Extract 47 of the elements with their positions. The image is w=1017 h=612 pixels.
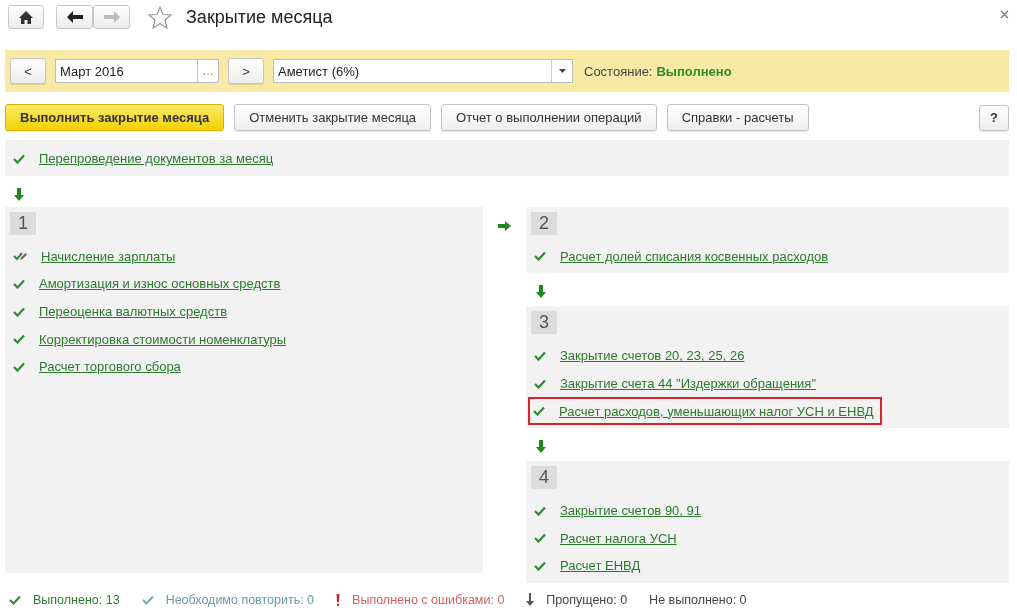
step-number: 3 bbox=[531, 311, 557, 335]
operation-link[interactable]: Переоценка валютных средств bbox=[39, 304, 228, 320]
operation-link[interactable]: Амортизация и износ основных средств bbox=[39, 276, 281, 292]
operation-link[interactable]: Расчет расходов, уменьшающих налог УСН и ЕНВД bbox=[559, 403, 874, 419]
home-icon bbox=[19, 10, 33, 24]
star-icon[interactable] bbox=[148, 5, 172, 29]
previous-period-button[interactable]: < bbox=[10, 58, 46, 84]
arrow-down-icon bbox=[536, 285, 546, 299]
operation-link[interactable]: Закрытие счета 44 "Издержки обращения" bbox=[560, 376, 816, 392]
legend-label: Необходимо повторить: 0 bbox=[165, 592, 315, 607]
help-button[interactable]: ? bbox=[979, 104, 1009, 131]
toolbar-button[interactable]: Выполнить закрытие месяца bbox=[5, 104, 225, 131]
operation-link[interactable]: Закрытие счетов 20, 23, 25, 26 bbox=[560, 348, 745, 364]
dropdown-icon bbox=[558, 69, 566, 73]
operation-link[interactable]: Расчет налога УСН bbox=[560, 530, 677, 546]
operation-link[interactable]: Перепроведение документов за месяц bbox=[39, 151, 274, 167]
operation-link[interactable]: Расчет долей списания косвенных расходов bbox=[560, 248, 829, 264]
close-icon[interactable] bbox=[1000, 10, 1009, 19]
state-value: Выполнено bbox=[656, 63, 732, 79]
home-button[interactable] bbox=[8, 5, 44, 29]
step-number: 4 bbox=[531, 465, 557, 489]
operation-link[interactable]: Расчет торгового сбора bbox=[39, 359, 181, 375]
operation-link[interactable]: Корректировка стоимости номенклатуры bbox=[39, 331, 287, 347]
toolbar-button[interactable]: Справки - расчеты bbox=[666, 104, 809, 131]
operation-link[interactable]: Закрытие счетов 90, 91 bbox=[560, 503, 702, 519]
period-field[interactable]: Март 2016 ... bbox=[55, 59, 219, 83]
step-number: 1 bbox=[10, 211, 36, 235]
state-label: Состояние: bbox=[584, 63, 653, 79]
toolbar-button[interactable]: Отчет о выполнении операций bbox=[441, 104, 657, 131]
legend-label: Выполнено с ошибками: 0 bbox=[352, 592, 505, 607]
organization-field[interactable]: Аметист (6%) bbox=[273, 59, 573, 83]
back-button[interactable] bbox=[56, 5, 93, 29]
operation-link[interactable]: Начисление зарплаты bbox=[41, 248, 176, 264]
legend-label: Не выполнено: 0 bbox=[649, 592, 747, 607]
arrow-right-icon bbox=[103, 11, 120, 23]
choose-button[interactable]: ... bbox=[197, 60, 218, 82]
next-period-button[interactable]: > bbox=[228, 58, 264, 84]
arrow-right-icon bbox=[498, 220, 511, 231]
step-number: 2 bbox=[531, 211, 557, 235]
legend-label: Пропущено: 0 bbox=[546, 592, 628, 607]
arrow-left-icon bbox=[66, 11, 83, 23]
legend-label: Выполнено: 13 bbox=[33, 592, 120, 607]
toolbar-button[interactable]: Отменить закрытие месяца bbox=[234, 104, 432, 131]
arrow-down-icon bbox=[536, 439, 546, 453]
window-title: Закрытие месяца bbox=[186, 6, 333, 28]
operation-link[interactable]: Расчет ЕНВД bbox=[560, 558, 641, 574]
arrow-down-icon bbox=[14, 187, 24, 201]
